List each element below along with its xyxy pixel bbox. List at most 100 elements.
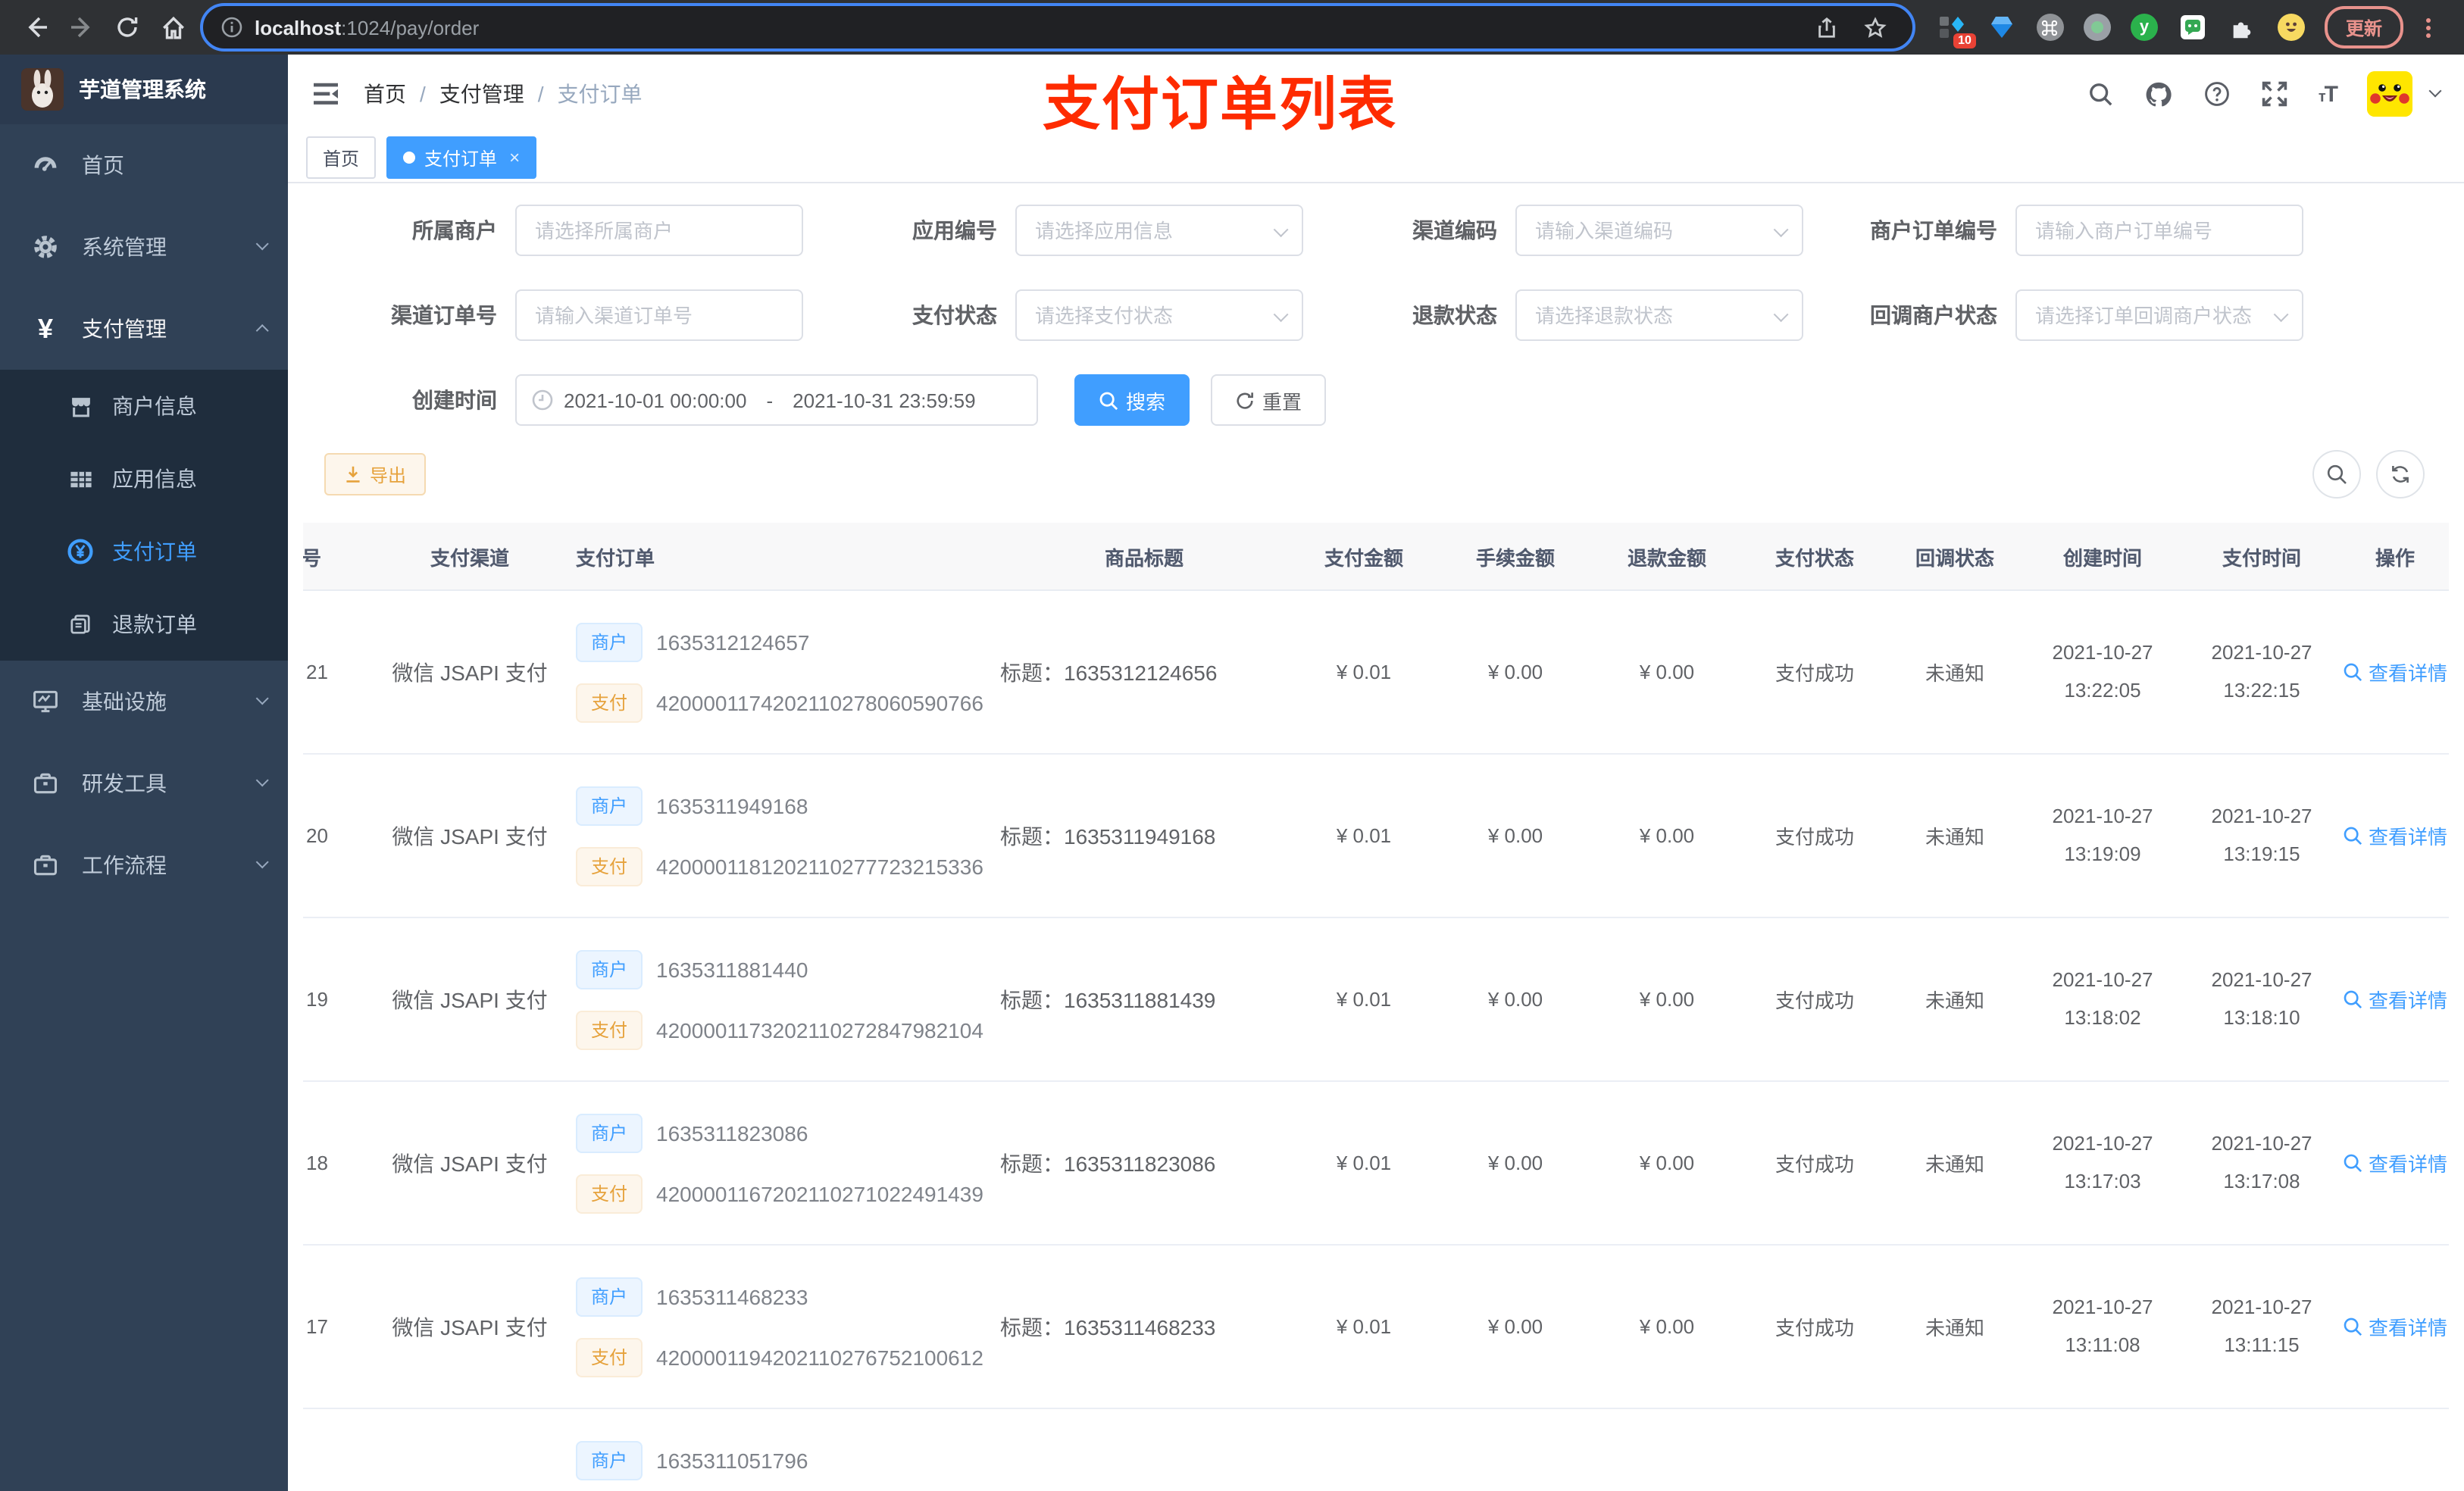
reset-button[interactable]: 重置 [1211,374,1327,426]
column-header[interactable]: 创建时间 [2023,542,2182,570]
sidebar-item-pay-order[interactable]: 支付订单 [0,515,288,588]
refresh-table-button[interactable] [2376,450,2425,499]
merchant-input[interactable] [515,205,803,256]
column-header[interactable]: 支付状态 [1743,542,1887,570]
view-detail-link[interactable]: 查看详情 [2343,1312,2447,1341]
user-avatar[interactable] [2367,71,2412,117]
pay-status-select[interactable] [1015,289,1303,341]
sidebar-item-infra[interactable]: 基础设施 [0,661,288,742]
sidebar-item-refund-order[interactable]: 退款订单 [0,588,288,661]
pay-order-line: 支付 4200001173202110272847982104 [576,1010,1000,1049]
header-search-icon[interactable] [2088,81,2114,107]
pay-tag: 支付 [576,683,643,722]
chevron-down-icon [255,238,269,252]
font-size-icon[interactable]: тT [2319,81,2338,107]
date-range-picker[interactable]: 2021-10-01 00:00:00 - 2021-10-31 23:59:5… [515,374,1038,426]
sidebar-item-app-info[interactable]: 应用信息 [0,442,288,515]
merchant-tag: 商户 [576,786,643,825]
help-icon[interactable] [2203,80,2231,108]
column-header[interactable]: 手续金额 [1440,542,1591,570]
sidebar-item-home[interactable]: 首页 [0,124,288,206]
date-start[interactable]: 2021-10-01 00:00:00 [564,389,746,411]
extension-dot-icon[interactable] [2083,14,2111,41]
logo-row[interactable]: 芋道管理系统 [0,55,288,124]
fullscreen-icon[interactable] [2261,80,2288,108]
browser-menu-icon[interactable] [2423,17,2434,37]
merchant-order-no-input[interactable] [2015,205,2303,256]
extension-gem-icon[interactable] [1987,12,2017,42]
bookmark-star-icon[interactable] [1858,9,1894,45]
refund-status-select[interactable] [1515,289,1803,341]
cell-notify-status: 未通知 [1925,1153,1984,1176]
extension-colorful-icon[interactable]: 10 [1937,12,1976,48]
avatar-caret-icon[interactable] [2428,84,2442,98]
column-header[interactable]: 回调状态 [1887,542,2023,570]
site-info-icon[interactable] [221,17,242,38]
github-icon[interactable] [2144,80,2173,108]
merchant-order-line: 商户 1635312124657 [576,622,1000,661]
column-header[interactable]: 支付订单 [576,542,1000,570]
hide-search-button[interactable] [2312,450,2361,499]
extensions-puzzle-icon[interactable] [2228,12,2258,42]
view-detail-link[interactable]: 查看详情 [2343,658,2447,686]
cell-fee: ¥ 0.00 [1487,1152,1543,1174]
field-label: 渠道订单号 [391,303,497,327]
sidebar-item-label: 研发工具 [82,771,167,796]
channel-order-no-input[interactable] [515,289,803,341]
sidebar-item-merchant-info[interactable]: 商户信息 [0,370,288,442]
cell-channel: 微信 JSAPI 支付 [392,1151,548,1175]
extension-y-icon[interactable]: y [2130,14,2158,41]
tab-pay-order[interactable]: 支付订单 × [386,136,537,179]
column-header[interactable]: 退款金额 [1591,542,1743,570]
cell-create-time: 2021-10-27 13:18:02 [2023,969,2182,1030]
pay-submenu: 商户信息 应用信息 支付订单 退款订单 [0,370,288,661]
breadcrumb-home[interactable]: 首页 [364,79,406,109]
channel-code-select[interactable] [1515,205,1803,256]
cell-pay-time: 2021-10-27 13:22:15 [2182,642,2341,702]
shop-icon [67,391,94,421]
column-header[interactable]: 支付渠道 [364,542,576,570]
column-header[interactable]: 编号 [303,542,364,570]
cell-refund: ¥ 0.00 [1639,1152,1695,1174]
view-detail-link[interactable]: 查看详情 [2343,821,2447,850]
column-header[interactable]: 支付时间 [2182,542,2341,570]
browser-refresh-icon[interactable] [109,9,145,45]
address-bar[interactable]: localhost:1024/pay/order [200,3,1915,52]
create-clock: 13:22:05 [2064,679,2141,702]
column-header[interactable]: 支付金额 [1288,542,1440,570]
column-header[interactable]: 操作 [2341,542,2449,570]
browser-home-icon[interactable] [155,9,191,45]
update-label: 更新 [2345,17,2382,39]
tab-home[interactable]: 首页 [306,136,377,179]
chevron-down-icon [255,774,269,788]
extension-command-icon[interactable] [2036,14,2064,41]
breadcrumb-pay-manage[interactable]: 支付管理 [439,79,524,109]
sidebar-toggle-icon[interactable] [312,82,339,106]
sidebar-item-devtools[interactable]: 研发工具 [0,742,288,824]
tab-close-icon[interactable]: × [509,147,520,168]
browser-update-button[interactable]: 更新 [2324,6,2403,48]
export-button[interactable]: 导出 [324,453,427,495]
table-row: 19 微信 JSAPI 支付 商户 1635311881440 支付 42000… [303,918,2449,1082]
view-detail-link[interactable]: 查看详情 [2343,985,2447,1014]
sidebar-item-workflow[interactable]: 工作流程 [0,824,288,906]
app-select[interactable] [1015,205,1303,256]
sidebar-item-pay[interactable]: ¥ 支付管理 [0,288,288,370]
extension-chat-icon[interactable] [2178,12,2208,42]
view-detail-link[interactable]: 查看详情 [2343,1149,2447,1177]
breadcrumb-separator: / [537,82,544,106]
sidebar-item-system[interactable]: 系统管理 [0,206,288,288]
browser-forward-icon[interactable] [64,9,100,45]
search-button[interactable]: 搜索 [1074,374,1190,426]
share-icon[interactable] [1809,9,1846,45]
field-label: 商户订单编号 [1870,218,1997,242]
pay-order-no: 4200001181202110277723215336 [656,854,983,878]
column-header[interactable]: 商品标题 [1000,542,1288,570]
date-separator: - [766,389,774,411]
table-row: 21 微信 JSAPI 支付 商户 1635312124657 支付 42000… [303,591,2449,755]
profile-avatar-icon[interactable] [2277,14,2305,41]
date-end[interactable]: 2021-10-31 23:59:59 [793,389,975,411]
cell-fee: ¥ 0.00 [1487,661,1543,683]
callback-status-select[interactable] [2015,289,2303,341]
browser-back-icon[interactable] [18,9,55,45]
